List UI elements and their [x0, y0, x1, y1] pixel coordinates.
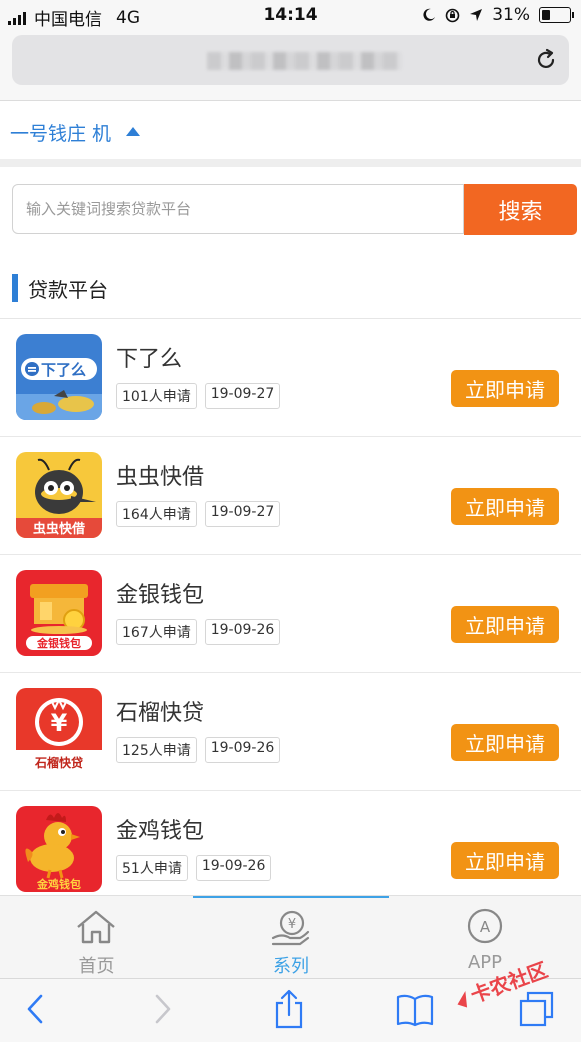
platform-list: 下了么 下了么 101人申请 19-09-27 立即申请 虫虫快借 虫虫快借 1…: [0, 319, 581, 909]
apply-button[interactable]: 立即申请: [451, 488, 559, 525]
tab-home[interactable]: 首页: [0, 896, 193, 979]
list-item[interactable]: 金鸡钱包 金鸡钱包 51人申请 19-09-26 立即申请: [0, 791, 581, 909]
section-header: 贷款平台: [12, 273, 108, 303]
date-badge: 19-09-27: [204, 501, 281, 527]
date-badge: 19-09-26: [204, 619, 281, 645]
applicant-count: 101人申请: [116, 383, 197, 409]
bookmarks-icon[interactable]: [395, 993, 435, 1027]
platform-name[interactable]: 虫虫快借: [116, 459, 204, 491]
tab-label: APP: [467, 952, 503, 973]
applicant-count: 167人申请: [116, 619, 197, 645]
home-icon: [77, 910, 115, 944]
caret-up-icon[interactable]: [126, 127, 140, 136]
section-accent-bar: [12, 274, 18, 302]
apply-button[interactable]: 立即申请: [451, 370, 559, 407]
money-hand-icon: ¥: [271, 910, 310, 946]
date-badge: 19-09-26: [195, 855, 272, 881]
platform-name[interactable]: 石榴快贷: [116, 695, 204, 727]
back-icon[interactable]: [24, 992, 46, 1026]
svg-text:A: A: [480, 918, 491, 936]
battery-percent: 31%: [492, 5, 530, 25]
address-bar[interactable]: [12, 35, 569, 85]
section-title: 贷款平台: [28, 277, 108, 302]
tabs-icon[interactable]: [518, 991, 556, 1029]
apply-button[interactable]: 立即申请: [451, 724, 559, 761]
logo-text: 虫虫快借: [33, 521, 85, 537]
share-icon[interactable]: [273, 989, 305, 1029]
blurred-url: [207, 52, 402, 70]
category-selector[interactable]: 一号钱庄 机: [0, 101, 581, 159]
platform-logo: 金鸡钱包: [16, 806, 102, 892]
date-badge: 19-09-26: [204, 737, 281, 763]
tab-label: 系列: [273, 956, 309, 977]
platform-logo: 金银钱包: [16, 570, 102, 656]
battery-icon: [539, 7, 574, 23]
list-item[interactable]: 下了么 下了么 101人申请 19-09-27 立即申请: [0, 319, 581, 437]
divider: [0, 159, 581, 167]
yen-icon: ¥: [51, 709, 68, 737]
date-badge: 19-09-27: [204, 383, 281, 409]
moon-icon: [423, 8, 436, 21]
safari-toolbar: [0, 978, 581, 1042]
tab-series[interactable]: ¥ 系列: [193, 896, 389, 979]
location-icon: [470, 9, 483, 21]
logo-text: 金银钱包: [36, 636, 81, 650]
logo-text: 金鸡钱包: [36, 877, 81, 891]
platform-logo: 虫虫快借: [16, 452, 102, 538]
reload-icon[interactable]: [533, 47, 559, 73]
rotation-lock-icon: [445, 8, 460, 22]
tab-app[interactable]: A APP: [389, 896, 581, 979]
search-button[interactable]: 搜索: [464, 184, 577, 235]
apply-button[interactable]: 立即申请: [451, 606, 559, 643]
platform-logo: ¥ 石榴快贷: [16, 688, 102, 774]
forward-icon[interactable]: [152, 992, 174, 1026]
search-input[interactable]: [12, 184, 464, 234]
applicant-count: 51人申请: [116, 855, 188, 881]
list-item[interactable]: 金银钱包 金银钱包 167人申请 19-09-26 立即申请: [0, 555, 581, 673]
browser-toolbar: [0, 30, 581, 101]
app-icon: A: [467, 908, 503, 944]
logo-text: 下了么: [41, 361, 86, 379]
applicant-count: 125人申请: [116, 737, 197, 763]
platform-name[interactable]: 金银钱包: [116, 577, 204, 609]
apply-button[interactable]: 立即申请: [451, 842, 559, 879]
logo-text: 石榴快贷: [34, 755, 83, 770]
platform-logo: 下了么: [16, 334, 102, 420]
platform-name[interactable]: 金鸡钱包: [116, 813, 204, 845]
category-title[interactable]: 一号钱庄 机: [10, 119, 111, 146]
svg-text:¥: ¥: [288, 917, 296, 932]
applicant-count: 164人申请: [116, 501, 197, 527]
status-bar: 中国电信 4G 14:14 31%: [0, 0, 581, 30]
list-item[interactable]: 虫虫快借 虫虫快借 164人申请 19-09-27 立即申请: [0, 437, 581, 555]
tab-label: 首页: [78, 956, 115, 977]
list-item[interactable]: ¥ 石榴快贷 石榴快贷 125人申请 19-09-26 立即申请: [0, 673, 581, 791]
platform-name[interactable]: 下了么: [116, 341, 182, 373]
search-bar: 搜索: [12, 184, 577, 236]
tab-bar: 首页 ¥ 系列 A APP: [0, 895, 581, 979]
